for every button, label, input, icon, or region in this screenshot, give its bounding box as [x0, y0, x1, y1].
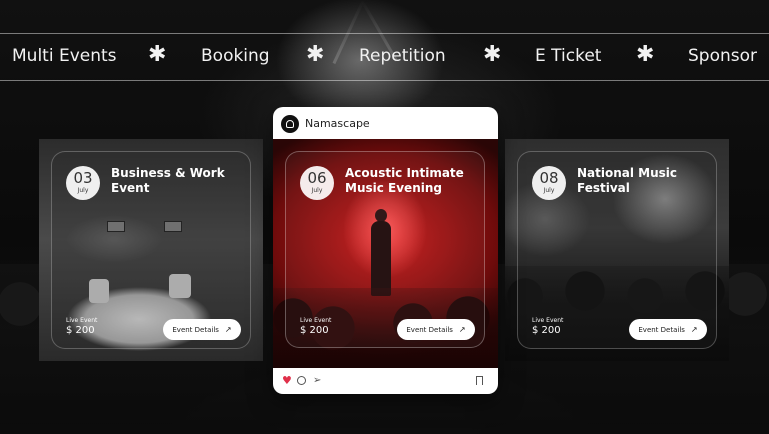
marquee-item: Multi Events	[12, 46, 117, 66]
event-title: Business & Work Event	[111, 166, 225, 195]
marquee-item: E Ticket	[535, 46, 602, 66]
event-card-business[interactable]: 03 July Business & Work Event Live Event…	[39, 139, 263, 361]
arrow-up-right-icon: ↗	[458, 325, 466, 334]
namascape-logo-icon	[281, 115, 299, 133]
date-day: 03	[73, 169, 93, 187]
date-badge: 06 July	[300, 166, 334, 200]
date-month: July	[543, 187, 555, 194]
event-card-festival[interactable]: 08 July National Music Festival Live Eve…	[505, 139, 729, 361]
date-badge: 08 July	[532, 166, 566, 200]
event-photo-concert: 06 July Acoustic Intimate Music Evening …	[273, 139, 498, 368]
event-details-button[interactable]: Event Details ↗	[629, 319, 707, 340]
event-price: $ 200	[66, 325, 95, 336]
feature-marquee: Multi Events ✱ Booking ✱ Repetition ✱ E …	[0, 33, 769, 81]
event-details-label: Event Details	[172, 325, 219, 334]
marquee-item: Repetition	[359, 46, 446, 66]
arrow-up-right-icon: ↗	[690, 325, 698, 334]
event-details-label: Event Details	[638, 325, 685, 334]
date-badge: 03 July	[66, 166, 100, 200]
live-event-label: Live Event	[300, 317, 332, 324]
arrow-up-right-icon: ↗	[224, 325, 232, 334]
star-separator-icon: ✱	[483, 42, 502, 67]
post-actions: ♥ ➢	[273, 368, 498, 394]
date-month: July	[77, 187, 89, 194]
star-separator-icon: ✱	[148, 42, 167, 67]
event-title: Acoustic Intimate Music Evening	[345, 166, 464, 195]
live-event-label: Live Event	[532, 317, 564, 324]
post-header: Namascape	[273, 107, 498, 139]
marquee-item: Sponsor	[688, 46, 758, 66]
event-price: $ 200	[532, 325, 561, 336]
date-day: 06	[307, 169, 327, 187]
star-separator-icon: ✱	[306, 42, 325, 67]
comment-icon[interactable]	[297, 376, 306, 385]
brand-name: Namascape	[305, 117, 370, 130]
star-separator-icon: ✱	[636, 42, 655, 67]
heart-icon[interactable]: ♥	[282, 375, 292, 386]
event-title: National Music Festival	[577, 166, 678, 195]
featured-event-post[interactable]: Namascape 06 July Acoustic Intimate Musi…	[273, 107, 498, 394]
event-price: $ 200	[300, 325, 329, 336]
event-details-button[interactable]: Event Details ↗	[163, 319, 241, 340]
date-month: July	[311, 187, 323, 194]
date-day: 08	[539, 169, 559, 187]
bookmark-icon[interactable]	[476, 376, 483, 385]
send-icon[interactable]: ➢	[313, 375, 321, 386]
event-details-label: Event Details	[406, 325, 453, 334]
marquee-item: Booking	[201, 46, 270, 66]
event-details-button[interactable]: Event Details ↗	[397, 319, 475, 340]
live-event-label: Live Event	[66, 317, 98, 324]
